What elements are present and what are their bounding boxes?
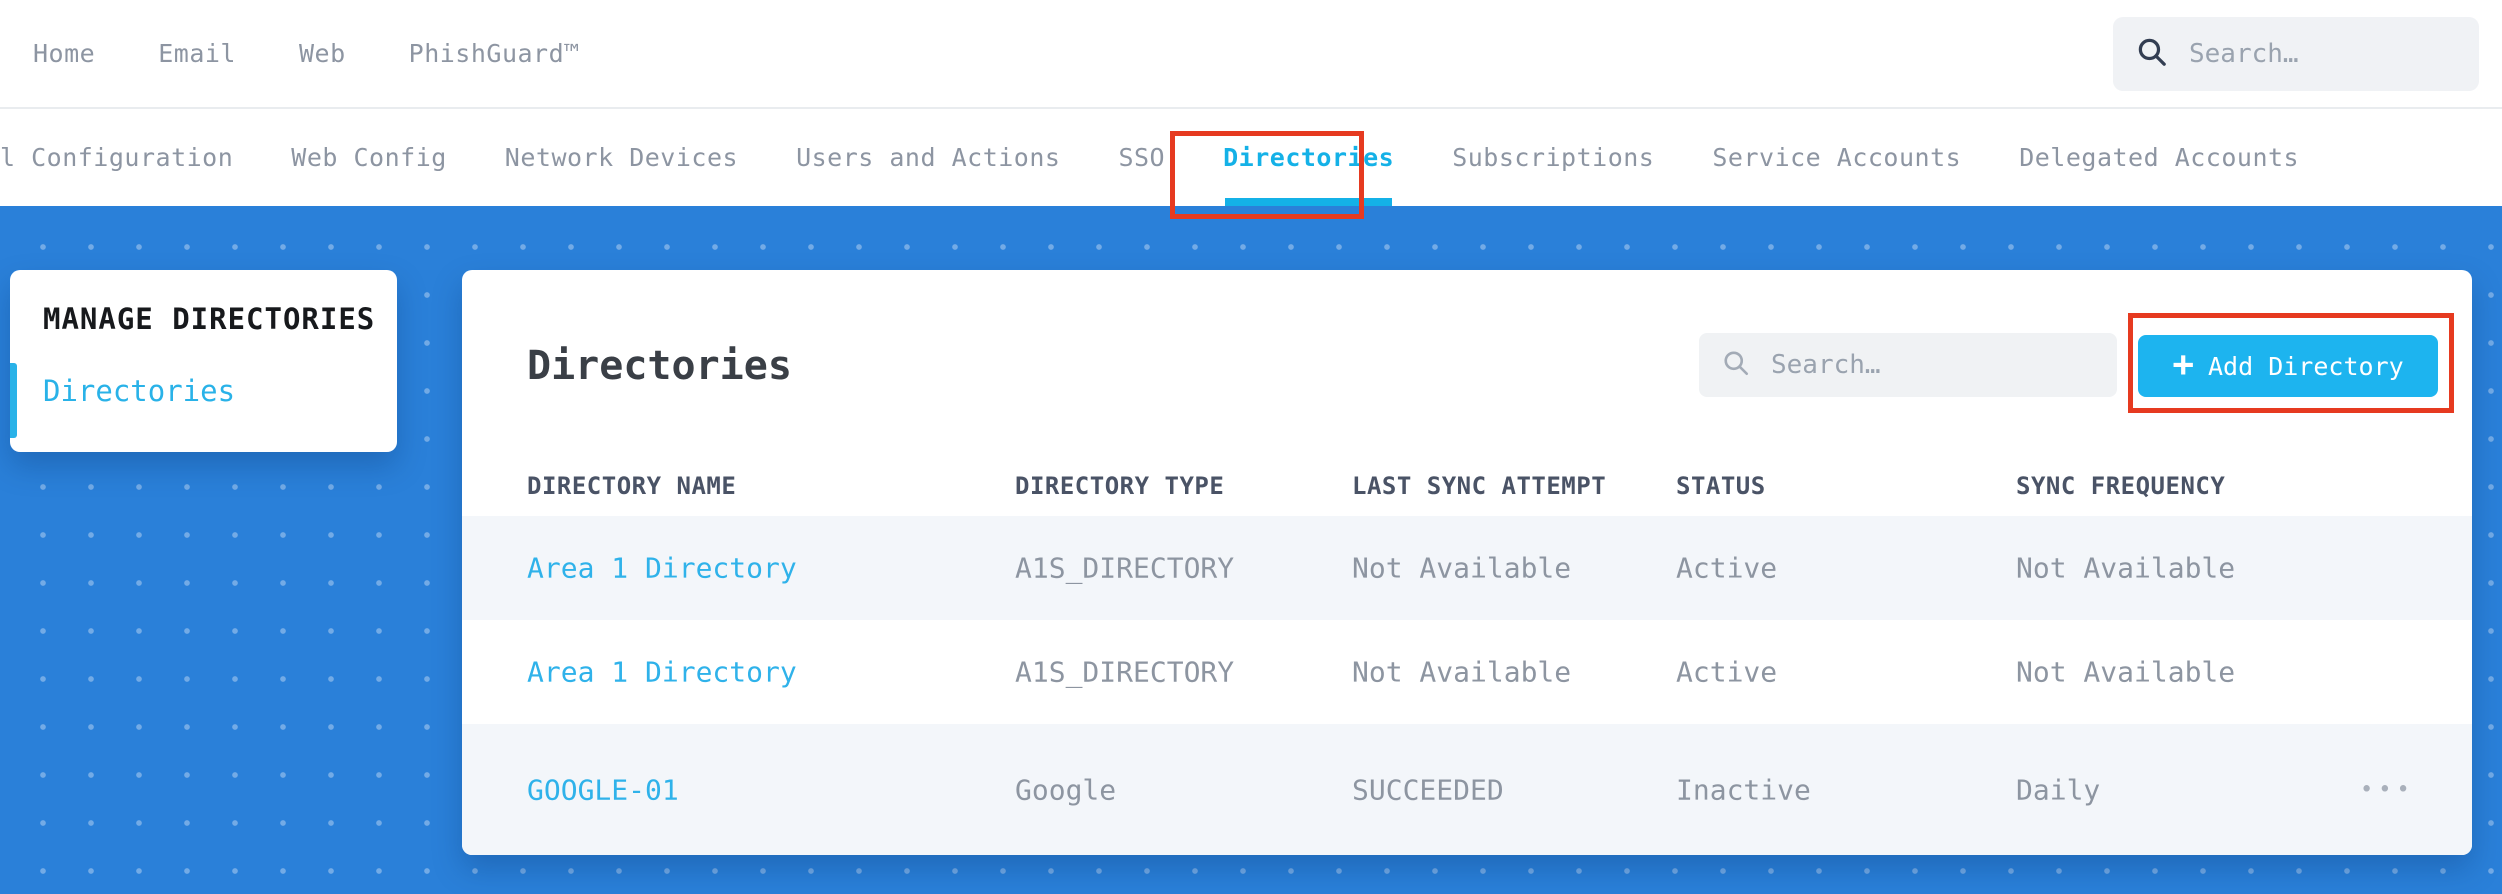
cell-sync-frequency: Daily [2016,773,2101,806]
tab-email-configuration[interactable]: l Configuration [0,109,233,206]
directory-name-link[interactable]: Area 1 Directory [527,552,797,585]
table-row: GOOGLE-01 Google SUCCEEDED Inactive Dail… [462,724,2472,855]
row-actions-menu-icon[interactable]: ••• [2360,777,2415,802]
tab-directories[interactable]: Directories [1223,109,1394,206]
tab-network-devices[interactable]: Network Devices [505,109,738,206]
search-icon [2135,35,2169,73]
table-row: Area 1 Directory A1S_DIRECTORY Not Avail… [462,620,2472,724]
tab-users-and-actions[interactable]: Users and Actions [796,109,1060,206]
tab-sso[interactable]: SSO [1118,109,1165,206]
settings-tabs-bar: l Configuration Web Config Network Devic… [0,109,2502,206]
sidebar-item-directories[interactable]: Directories [43,374,235,408]
cell-last-sync: Not Available [1352,551,1572,585]
column-header-directory-name: DIRECTORY NAME [527,471,737,500]
column-header-sync-frequency: SYNC FREQUENCY [2016,471,2226,500]
tab-delegated-accounts[interactable]: Delegated Accounts [2019,109,2299,206]
primary-nav: Home Email Web PhishGuard™ [33,0,580,107]
active-item-indicator [10,363,17,438]
global-search[interactable] [2113,17,2479,91]
content-background: MANAGE DIRECTORIES Directories Directori… [0,206,2502,894]
plus-icon: + [2172,343,2194,385]
page-title: Directories [527,343,792,389]
search-icon [1721,348,1751,382]
nav-item-phishguard[interactable]: PhishGuard™ [409,39,580,68]
directory-name-link[interactable]: Area 1 Directory [527,656,797,689]
manage-directories-card: MANAGE DIRECTORIES Directories [10,270,397,452]
nav-item-web[interactable]: Web [299,39,346,68]
cell-sync-frequency: Not Available [2016,655,2236,689]
sidebar-title: MANAGE DIRECTORIES [43,302,376,336]
top-bar: Home Email Web PhishGuard™ [0,0,2502,107]
cell-last-sync: SUCCEEDED [1352,773,1504,806]
tab-web-config[interactable]: Web Config [291,109,447,206]
cell-status: Inactive [1676,773,1811,806]
table-row: Area 1 Directory A1S_DIRECTORY Not Avail… [462,516,2472,620]
cell-directory-type: Google [1015,773,1117,806]
cell-directory-type: A1S_DIRECTORY [1015,655,1235,689]
cell-directory-type: A1S_DIRECTORY [1015,551,1235,585]
global-search-input[interactable] [2187,38,2457,70]
column-header-status: STATUS [1676,471,1766,500]
app-window: Home Email Web PhishGuard™ l Configurati… [0,0,2502,894]
add-directory-button[interactable]: + Add Directory [2138,335,2438,397]
column-header-directory-type: DIRECTORY TYPE [1015,471,1225,500]
table-header: DIRECTORY NAME DIRECTORY TYPE LAST SYNC … [462,455,2472,516]
add-directory-label: Add Directory [2208,351,2404,381]
nav-item-home[interactable]: Home [33,39,95,68]
directories-panel: Directories + Add Directory DIRECTORY NA… [462,270,2472,855]
cell-sync-frequency: Not Available [2016,551,2236,585]
cell-status: Active [1676,551,1778,585]
directories-search-input[interactable] [1769,349,2095,381]
tab-subscriptions[interactable]: Subscriptions [1452,109,1654,206]
nav-item-email[interactable]: Email [158,39,236,68]
directories-search[interactable] [1699,333,2117,397]
tab-service-accounts[interactable]: Service Accounts [1712,109,1961,206]
column-header-last-sync: LAST SYNC ATTEMPT [1352,471,1607,500]
cell-status: Active [1676,655,1778,689]
directory-name-link[interactable]: GOOGLE-01 [527,773,679,806]
cell-last-sync: Not Available [1352,655,1572,689]
